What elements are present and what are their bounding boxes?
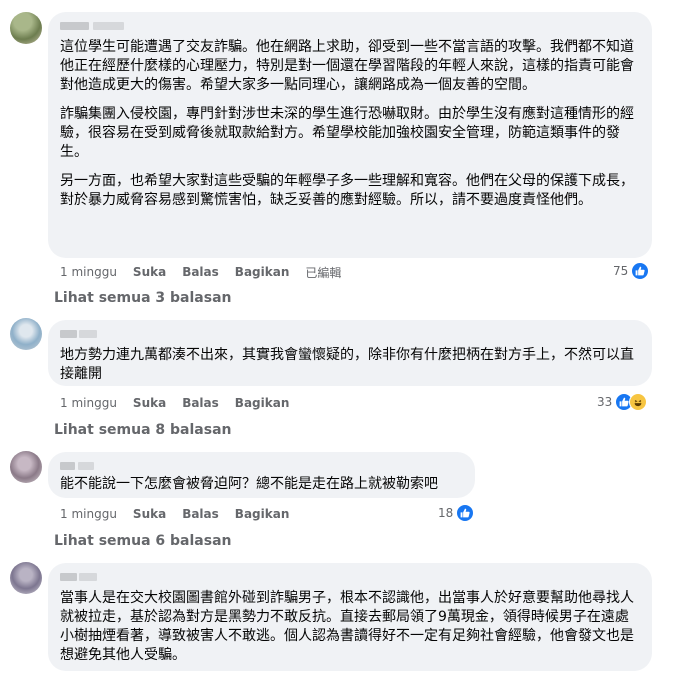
avatar[interactable] — [10, 562, 42, 594]
comment-author-name[interactable] — [60, 20, 136, 32]
comment-text: 另一方面，也希望大家對這些受騙的年輕學子多一些理解和寬容。他們在父母的保護下成長… — [60, 173, 634, 208]
see-all-replies-link[interactable]: Lihat semua 3 balasan — [54, 290, 231, 306]
comment-bubble: 當事人是在交大校園圖書館外碰到詐騙男子，根本不認識他，出當事人於好意要幫助他尋找… — [48, 563, 652, 671]
comment-author-name[interactable] — [60, 460, 100, 472]
like-button[interactable]: Suka — [133, 396, 166, 410]
share-button[interactable]: Bagikan — [235, 507, 290, 521]
comment-author-name[interactable] — [60, 328, 104, 340]
comment-bubble: 能不能說一下怎麼會被脅迫阿？總不能是走在路上就被勒索吧 — [48, 452, 475, 498]
comment-bubble: 這位學生可能遭遇了交友詐騙。他在網路上求助，卻受到一些不當言語的攻擊。我們都不知… — [48, 12, 652, 258]
haha-reaction-icon — [629, 393, 648, 411]
reaction-count: 18 — [438, 506, 454, 520]
see-all-replies-link[interactable]: Lihat semua 8 balasan — [54, 422, 231, 438]
reply-button[interactable]: Balas — [182, 265, 219, 279]
comment-text: 詐騙集團入侵校園，專門針對涉世未深的學生進行恐嚇取財。由於學生沒有應對這種情形的… — [60, 106, 634, 160]
reaction-summary[interactable]: 75 — [613, 262, 650, 280]
comment-author-name[interactable] — [60, 571, 104, 583]
comment-text: 地方勢力連九萬都湊不出來，其實我會蠻懷疑的，除非你有什麼把柄在對方手上，不然可以… — [60, 347, 634, 382]
reaction-count: 75 — [613, 264, 629, 278]
like-button[interactable]: Suka — [133, 265, 166, 279]
share-button[interactable]: Bagikan — [235, 265, 290, 279]
like-reaction-icon — [456, 504, 475, 522]
avatar[interactable] — [10, 12, 42, 44]
share-button[interactable]: Bagikan — [235, 396, 290, 410]
comment-actions: 1 minggu Suka Balas Bagikan 已編輯 — [60, 263, 357, 281]
see-all-replies-link[interactable]: Lihat semua 6 balasan — [54, 533, 231, 549]
reaction-summary[interactable]: 33 — [597, 393, 648, 411]
like-button[interactable]: Suka — [133, 507, 166, 521]
comment-text: 當事人是在交大校園圖書館外碰到詐騙男子，根本不認識他，出當事人於好意要幫助他尋找… — [60, 590, 634, 663]
comment-actions: 1 minggu Suka Balas Bagikan — [60, 505, 305, 523]
comment-timestamp[interactable]: 1 minggu — [60, 507, 117, 521]
reply-button[interactable]: Balas — [182, 396, 219, 410]
comment-timestamp[interactable]: 1 minggu — [60, 396, 117, 410]
comment-actions: 1 minggu Suka Balas Bagikan — [60, 394, 305, 412]
see-replies-label: Lihat semua 3 balasan — [54, 290, 232, 306]
comment-text: 這位學生可能遭遇了交友詐騙。他在網路上求助，卻受到一些不當言語的攻擊。我們都不知… — [60, 39, 634, 93]
see-replies-label: Lihat semua 6 balasan — [54, 533, 232, 549]
comment-timestamp[interactable]: 1 minggu — [60, 265, 117, 279]
avatar[interactable] — [10, 318, 42, 350]
comment-bubble: 地方勢力連九萬都湊不出來，其實我會蠻懷疑的，除非你有什麼把柄在對方手上，不然可以… — [48, 320, 652, 386]
reply-button[interactable]: Balas — [182, 507, 219, 521]
see-replies-label: Lihat semua 8 balasan — [54, 422, 232, 438]
avatar[interactable] — [10, 451, 42, 483]
comment-text: 能不能說一下怎麼會被脅迫阿？總不能是走在路上就被勒索吧 — [60, 476, 438, 492]
like-reaction-icon — [631, 262, 650, 280]
reaction-count: 33 — [597, 395, 613, 409]
reaction-summary[interactable]: 18 — [438, 504, 475, 522]
edited-label[interactable]: 已編輯 — [305, 264, 341, 281]
